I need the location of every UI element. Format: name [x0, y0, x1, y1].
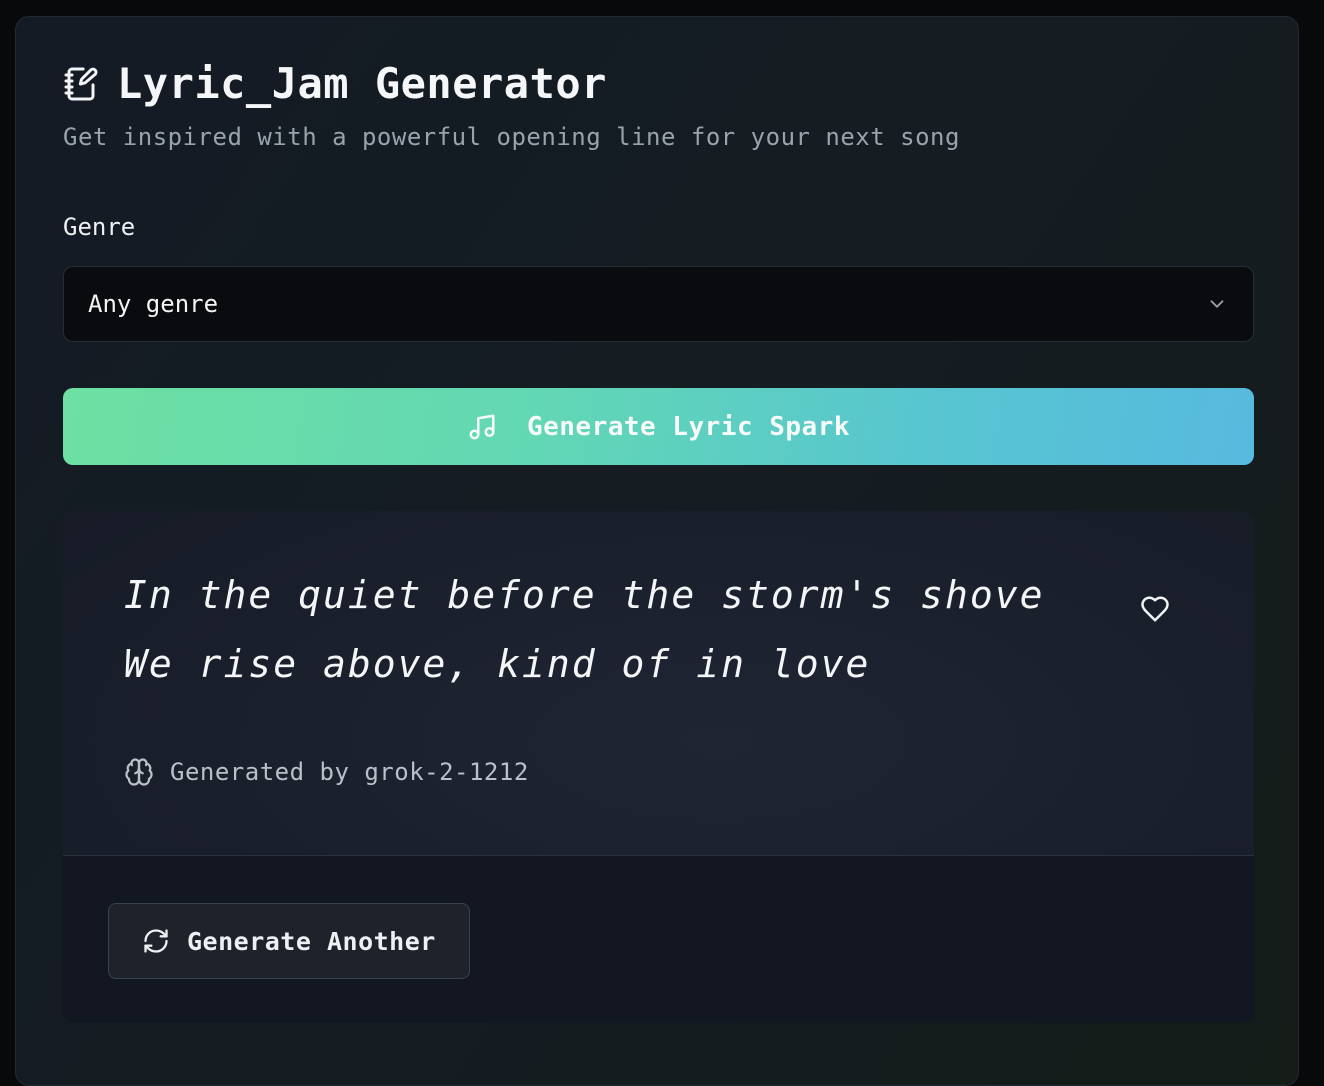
lyric-line-1: In the quiet before the storm's shove — [124, 573, 1045, 617]
music-note-icon — [467, 412, 497, 442]
generate-lyric-spark-button[interactable]: Generate Lyric Spark — [63, 388, 1254, 465]
notebook-pen-icon — [63, 64, 99, 104]
generate-lyric-spark-label: Generate Lyric Spark — [526, 411, 851, 442]
model-text: Generated by grok-2-1212 — [170, 758, 529, 786]
model-attribution: Generated by grok-2-1212 — [124, 757, 529, 787]
heart-icon[interactable] — [1139, 593, 1171, 625]
brain-icon — [124, 757, 154, 787]
genre-label: Genre — [63, 213, 136, 241]
page-subtitle: Get inspired with a powerful opening lin… — [63, 123, 960, 151]
result-footer: Generate Another — [63, 855, 1254, 1023]
refresh-icon — [141, 926, 171, 956]
genre-select[interactable]: Any genre — [63, 266, 1254, 342]
page-title: Lyric_Jam Generator — [117, 59, 607, 108]
header: Lyric_Jam Generator — [63, 63, 607, 105]
genre-selected-value: Any genre — [88, 290, 219, 318]
lyric-result-panel: In the quiet before the storm's shove We… — [63, 511, 1254, 1023]
lyric-line-2: We rise above, kind of in love — [124, 642, 871, 686]
generate-another-button[interactable]: Generate Another — [108, 903, 470, 979]
generator-card: Lyric_Jam Generator Get inspired with a … — [15, 16, 1299, 1086]
generate-another-label: Generate Another — [187, 926, 436, 956]
chevron-down-icon — [1205, 292, 1229, 316]
